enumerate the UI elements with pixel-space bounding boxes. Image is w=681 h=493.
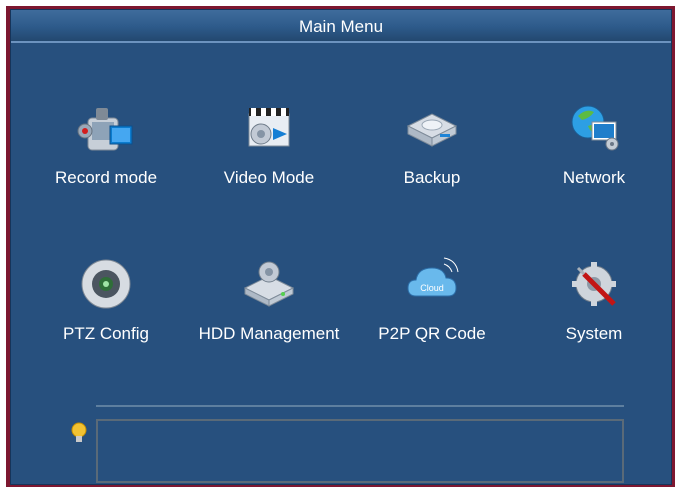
- menu-item-network[interactable]: Network: [519, 98, 669, 218]
- menu-item-system[interactable]: System: [519, 254, 669, 374]
- main-menu-window: Main Menu Record mode Video Mode Backup …: [10, 9, 672, 485]
- lightbulb-icon: [71, 422, 87, 442]
- cloud-icon: Cloud: [407, 257, 459, 297]
- title-bar: Main Menu: [11, 10, 671, 43]
- camcorder-icon: [77, 108, 133, 151]
- cloud-text: Cloud: [420, 283, 444, 293]
- dome-camera-icon: [81, 259, 131, 309]
- menu-item-label: P2P QR Code: [378, 324, 486, 343]
- menu-item-ptz-config[interactable]: PTZ Config: [31, 254, 181, 374]
- disk-drive-icon: [406, 113, 458, 147]
- globe-monitor-icon: [571, 105, 619, 151]
- menu-item-label: Record mode: [54, 168, 158, 187]
- menu-item-label: Video Mode: [223, 168, 315, 187]
- menu-item-label: System: [565, 324, 623, 343]
- hint-box: [96, 419, 624, 483]
- menu-item-p2p-qr-code[interactable]: Cloud P2P QR Code: [357, 254, 507, 374]
- clapperboard-gear-icon: [248, 108, 290, 147]
- menu-item-label: Backup: [403, 168, 461, 187]
- menu-item-video-mode[interactable]: Video Mode: [194, 98, 344, 218]
- gear-screwdriver-icon: [572, 262, 616, 306]
- menu-item-hdd-management[interactable]: HDD Management: [194, 254, 344, 374]
- menu-item-backup[interactable]: Backup: [357, 98, 507, 218]
- window-title: Main Menu: [298, 17, 384, 36]
- menu-item-label: HDD Management: [198, 324, 340, 343]
- menu-item-record-mode[interactable]: Record mode: [31, 98, 181, 218]
- hdd-gear-icon: [243, 261, 295, 307]
- menu-item-label: PTZ Config: [63, 324, 149, 343]
- hint-divider: [96, 405, 624, 407]
- menu-item-label: Network: [562, 168, 626, 187]
